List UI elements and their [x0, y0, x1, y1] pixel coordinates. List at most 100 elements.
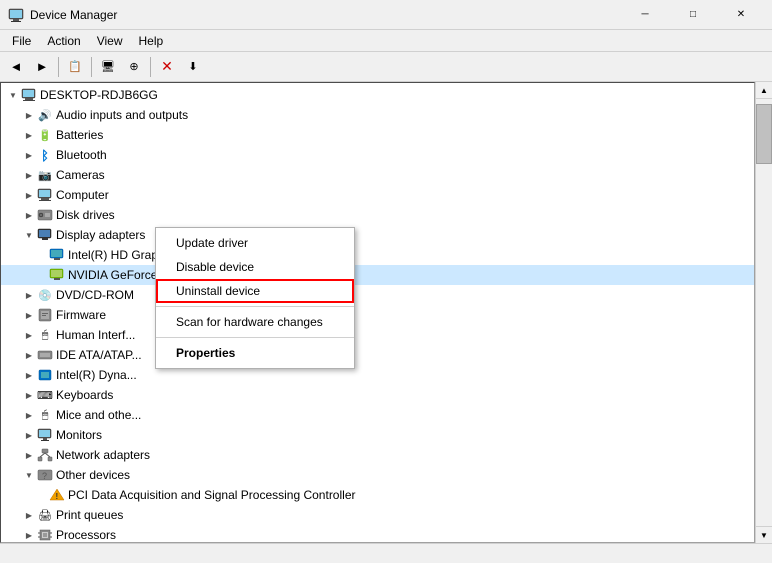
toolbar: ◄ ► 📋 🖥 ⊕ ✕ ⬇	[0, 52, 772, 82]
tree-item-inteldy-label: Intel(R) Dyna...	[56, 368, 137, 382]
network-icon	[37, 447, 53, 463]
expand-icon-mice: ▶	[21, 407, 37, 423]
ctx-separator-2	[156, 337, 354, 338]
expand-icon-otherdevices: ▼	[21, 467, 37, 483]
ctx-properties[interactable]: Properties	[156, 341, 354, 365]
tree-item-mice[interactable]: ▶ 🖱 Mice and othe...	[1, 405, 754, 425]
maximize-button[interactable]: □	[670, 0, 716, 30]
tree-item-firmware-label: Firmware	[56, 308, 106, 322]
tree-item-inteldy[interactable]: ▶ Intel(R) Dyna...	[1, 365, 754, 385]
tree-item-cameras-label: Cameras	[56, 168, 105, 182]
tree-item-humanintf[interactable]: ▶ 🖱 Human Interf...	[1, 325, 754, 345]
minimize-button[interactable]: ─	[622, 0, 668, 30]
expand-icon-network: ▶	[21, 447, 37, 463]
tree-item-diskdrives[interactable]: ▶ Disk drives	[1, 205, 754, 225]
expand-icon-inteldy: ▶	[21, 367, 37, 383]
tree-content: ▼ DESKTOP-RDJB6GG ▶ 🔊 Audio inputs and o…	[1, 83, 754, 543]
batteries-icon: 🔋	[37, 127, 53, 143]
tree-item-mice-label: Mice and othe...	[56, 408, 141, 422]
otherdevices-icon: ?	[37, 467, 53, 483]
tree-item-processors-label: Processors	[56, 528, 116, 542]
status-bar	[0, 543, 772, 563]
ctx-update-driver[interactable]: Update driver	[156, 231, 354, 255]
toolbar-separator-3	[150, 57, 151, 77]
audio-icon: 🔊	[37, 107, 53, 123]
ide-icon	[37, 347, 53, 363]
bluetooth-icon: ᛒ	[37, 147, 53, 163]
tree-item-monitors-label: Monitors	[56, 428, 102, 442]
intel-gpu-icon	[49, 247, 65, 263]
scrollbar-track[interactable]	[756, 99, 772, 526]
tree-item-computer[interactable]: ▶ Computer	[1, 185, 754, 205]
menu-view[interactable]: View	[89, 32, 131, 50]
menu-action[interactable]: Action	[39, 32, 88, 50]
cameras-icon: 📷	[37, 167, 53, 183]
tree-item-network[interactable]: ▶ Network adapters	[1, 445, 754, 465]
scrollbar-up-button[interactable]: ▲	[756, 82, 772, 99]
ctx-disable-device[interactable]: Disable device	[156, 255, 354, 279]
tree-item-displayadapters[interactable]: ▼ Display adapters	[1, 225, 754, 245]
close-button[interactable]: ✕	[718, 0, 764, 30]
tree-item-pci-label: PCI Data Acquisition and Signal Processi…	[68, 488, 355, 502]
svg-text:!: !	[56, 492, 59, 501]
tree-item-root[interactable]: ▼ DESKTOP-RDJB6GG	[1, 85, 754, 105]
expand-icon-displayadapters: ▼	[21, 227, 37, 243]
tree-item-intel-gpu[interactable]: Intel(R) HD Graphics 520	[1, 245, 754, 265]
scan-button[interactable]: ⬇	[181, 55, 205, 79]
tree-item-cameras[interactable]: ▶ 📷 Cameras	[1, 165, 754, 185]
menu-file[interactable]: File	[4, 32, 39, 50]
ctx-separator-1	[156, 306, 354, 307]
tree-item-keyboards-label: Keyboards	[56, 388, 113, 402]
ctx-scan-hardware[interactable]: Scan for hardware changes	[156, 310, 354, 334]
expand-icon-printqueues: ▶	[21, 507, 37, 523]
tree-item-audio[interactable]: ▶ 🔊 Audio inputs and outputs	[1, 105, 754, 125]
displayadapters-icon	[37, 227, 53, 243]
expand-icon-intel-gpu	[41, 247, 49, 263]
expand-icon-cameras: ▶	[21, 167, 37, 183]
app-icon	[8, 7, 24, 23]
firmware-icon	[37, 307, 53, 323]
tree-item-diskdrives-label: Disk drives	[56, 208, 115, 222]
scrollbar-thumb[interactable]	[756, 104, 772, 164]
tree-item-batteries[interactable]: ▶ 🔋 Batteries	[1, 125, 754, 145]
tree-item-ide-label: IDE ATA/ATAP...	[56, 348, 142, 362]
properties-button[interactable]: 📋	[63, 55, 87, 79]
expand-icon-diskdrives: ▶	[21, 207, 37, 223]
tree-item-computer-label: Computer	[56, 188, 109, 202]
add-device-button[interactable]: ⊕	[122, 55, 146, 79]
tree-item-processors[interactable]: ▶ Processors	[1, 525, 754, 543]
tree-item-printqueues[interactable]: ▶ 🖨 Print queues	[1, 505, 754, 525]
device-manager-button[interactable]: 🖥	[96, 55, 120, 79]
tree-item-otherdevices[interactable]: ▼ ? Other devices	[1, 465, 754, 485]
expand-icon-dvd: ▶	[21, 287, 37, 303]
computer-cat-icon	[37, 187, 53, 203]
tree-item-bluetooth-label: Bluetooth	[56, 148, 107, 162]
scrollbar[interactable]: ▲ ▼	[755, 82, 772, 543]
expand-icon-bluetooth: ▶	[21, 147, 37, 163]
tree-item-keyboards[interactable]: ▶ ⌨ Keyboards	[1, 385, 754, 405]
device-tree[interactable]: ▼ DESKTOP-RDJB6GG ▶ 🔊 Audio inputs and o…	[0, 82, 755, 543]
monitors-icon	[37, 427, 53, 443]
tree-item-ide[interactable]: ▶ IDE ATA/ATAP...	[1, 345, 754, 365]
tree-item-firmware[interactable]: ▶ Firmware	[1, 305, 754, 325]
computer-icon	[21, 87, 37, 103]
tree-item-dvd[interactable]: ▶ 💿 DVD/CD-ROM	[1, 285, 754, 305]
main-area: ▼ DESKTOP-RDJB6GG ▶ 🔊 Audio inputs and o…	[0, 82, 772, 543]
tree-item-nvidia-gpu[interactable]: NVIDIA GeForce 940M	[1, 265, 754, 285]
uninstall-button[interactable]: ✕	[155, 55, 179, 79]
scrollbar-down-button[interactable]: ▼	[756, 526, 772, 543]
back-button[interactable]: ◄	[4, 55, 28, 79]
tree-item-pci[interactable]: ! PCI Data Acquisition and Signal Proces…	[1, 485, 754, 505]
tree-item-printqueues-label: Print queues	[56, 508, 123, 522]
expand-icon-nvidia-gpu	[41, 267, 49, 283]
menu-help[interactable]: Help	[131, 32, 172, 50]
tree-item-bluetooth[interactable]: ▶ ᛒ Bluetooth	[1, 145, 754, 165]
ctx-uninstall-device[interactable]: Uninstall device	[156, 279, 354, 303]
processors-icon	[37, 527, 53, 543]
expand-icon-processors: ▶	[21, 527, 37, 543]
printqueues-icon: 🖨	[37, 507, 53, 523]
forward-button[interactable]: ►	[30, 55, 54, 79]
mice-icon: 🖱	[37, 407, 53, 423]
svg-text:?: ?	[42, 471, 47, 481]
tree-item-monitors[interactable]: ▶ Monitors	[1, 425, 754, 445]
